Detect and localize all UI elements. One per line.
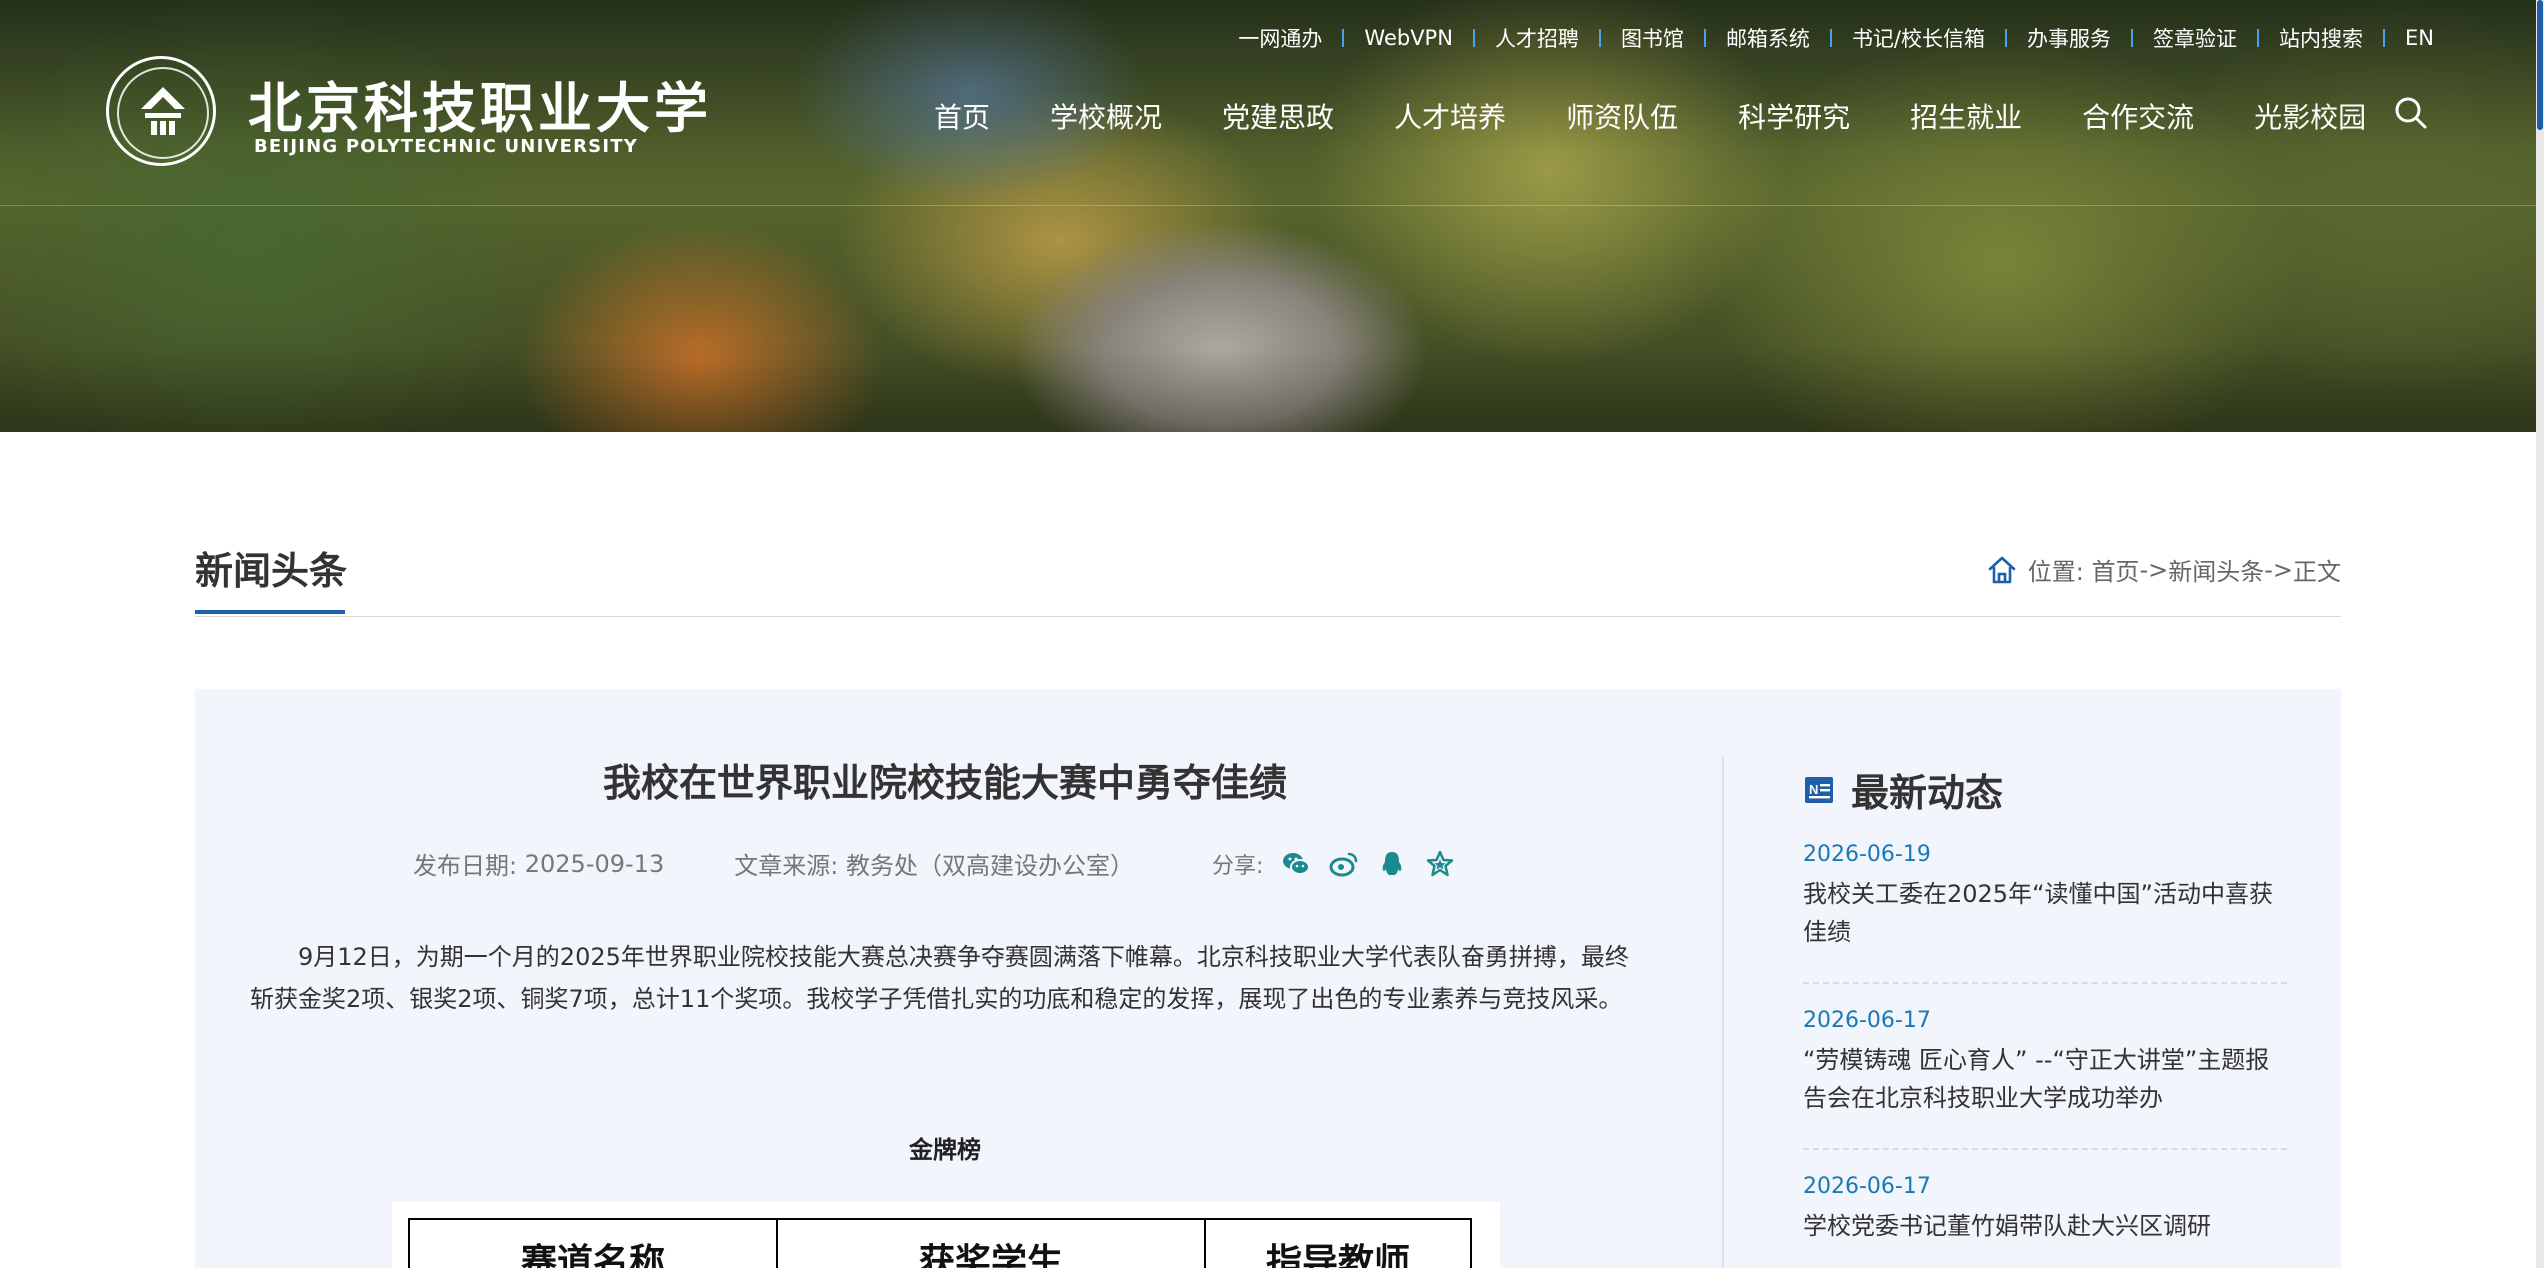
top-link-services[interactable]: 办事服务 xyxy=(2027,23,2111,53)
news-item[interactable]: 2026-06-19 我校关工委在2025年“读懂中国”活动中喜获佳绩 xyxy=(1803,842,2287,951)
newspaper-icon: N xyxy=(1805,776,1833,803)
news-date: 2026-06-17 xyxy=(1803,1174,1931,1199)
news-separator xyxy=(1803,982,2287,984)
breadcrumb-label: 位置: xyxy=(2027,558,2084,586)
logo-english-name: BEIJING POLYTECHNIC UNIVERSITY xyxy=(254,136,638,157)
date-label: 发布日期: xyxy=(413,852,518,880)
nav-admissions[interactable]: 招生就业 xyxy=(1910,96,2022,136)
top-link-recruitment[interactable]: 人才招聘 xyxy=(1495,23,1579,53)
article-meta: 发布日期: 2025-09-13 文章来源: 教务处（双高建设办公室） 分享: xyxy=(413,846,1473,881)
link-separator xyxy=(2131,29,2134,47)
news-date: 2026-06-17 xyxy=(1803,1008,1931,1033)
link-separator xyxy=(2005,29,2008,47)
top-link-mail[interactable]: 邮箱系统 xyxy=(1726,23,1810,53)
section-title-underline xyxy=(195,610,345,614)
top-link-seal-verify[interactable]: 签章验证 xyxy=(2153,23,2237,53)
top-link-mailbox[interactable]: 书记/校长信箱 xyxy=(1852,23,1985,53)
table-header-teachers: 指导教师 xyxy=(1204,1218,1472,1268)
breadcrumb-separator: -> xyxy=(2264,555,2293,584)
university-logo[interactable]: 北京科技职业大学 BEIJING POLYTECHNIC UNIVERSITY xyxy=(106,56,708,166)
main-navigation: 首页 学校概况 党建思政 人才培养 师资队伍 科学研究 招生就业 合作交流 光影… xyxy=(934,96,2426,136)
nav-party[interactable]: 党建思政 xyxy=(1222,96,1334,136)
publish-date: 2025-09-13 xyxy=(524,849,665,878)
scrollbar-thumb[interactable] xyxy=(2537,0,2543,130)
qq-icon[interactable] xyxy=(1377,849,1407,879)
breadcrumb: 位置: 首页 -> 新闻头条 -> 正文 xyxy=(1986,552,2341,587)
source-label: 文章来源: xyxy=(734,852,839,880)
scrollbar-track[interactable] xyxy=(2536,0,2544,1268)
breadcrumb-news[interactable]: 新闻头条 xyxy=(2168,552,2264,587)
news-title[interactable]: “劳模铸魂 匠心育人” --“守正大讲堂”主题报告会在北京科技职业大学成功举办 xyxy=(1803,1041,2287,1117)
home-icon xyxy=(1988,556,2016,583)
nav-faculty[interactable]: 师资队伍 xyxy=(1566,96,1678,136)
news-separator xyxy=(1803,1148,2287,1150)
nav-about[interactable]: 学校概况 xyxy=(1050,96,1162,136)
article-body: 9月12日，为期一个月的2025年世界职业院校技能大赛总决赛争夺赛圆满落下帷幕。… xyxy=(250,943,1629,1013)
article-title: 我校在世界职业院校技能大赛中勇夺佳绩 xyxy=(602,761,1287,805)
weibo-icon[interactable] xyxy=(1329,849,1359,879)
news-title[interactable]: 我校关工委在2025年“读懂中国”活动中喜获佳绩 xyxy=(1803,875,2287,951)
link-separator xyxy=(1829,29,1832,47)
table-header-track: 赛道名称 xyxy=(408,1218,778,1268)
share-icons xyxy=(1281,849,1473,879)
logo-chinese-name: 北京科技职业大学 xyxy=(248,76,712,140)
utility-links: 一网通办 WebVPN 人才招聘 图书馆 邮箱系统 书记/校长信箱 办事服务 签… xyxy=(1238,23,2434,53)
nav-cooperation[interactable]: 合作交流 xyxy=(2082,96,2194,136)
top-link-one-stop[interactable]: 一网通办 xyxy=(1238,23,1322,53)
news-date: 2026-06-19 xyxy=(1803,842,1931,867)
column-divider xyxy=(1722,756,1724,1268)
breadcrumb-current: 正文 xyxy=(2293,558,2341,586)
news-item[interactable]: 2026-06-17 学校党委书记董竹娟带队赴大兴区调研 xyxy=(1803,1174,2287,1245)
award-table: 赛道名称 获奖学生 指导教师 xyxy=(408,1218,1472,1268)
top-link-library[interactable]: 图书馆 xyxy=(1621,23,1684,53)
table-caption: 金牌榜 xyxy=(909,1136,981,1164)
nav-research[interactable]: 科学研究 xyxy=(1738,96,1850,136)
favorite-star-icon[interactable] xyxy=(1425,849,1455,879)
nav-home[interactable]: 首页 xyxy=(934,96,990,136)
article-source: 教务处（双高建设办公室） xyxy=(845,852,1134,880)
banner-divider xyxy=(0,205,2536,206)
link-separator xyxy=(2383,29,2386,47)
link-separator xyxy=(1598,29,1601,47)
link-separator xyxy=(1703,29,1706,47)
table-header-students: 获奖学生 xyxy=(776,1218,1206,1268)
section-divider xyxy=(195,616,2341,617)
news-title[interactable]: 学校党委书记董竹娟带队赴大兴区调研 xyxy=(1803,1207,2287,1245)
top-link-english[interactable]: EN xyxy=(2405,26,2434,50)
seal-emblem-icon xyxy=(106,56,216,166)
top-link-site-search[interactable]: 站内搜索 xyxy=(2279,23,2363,53)
svg-text:N: N xyxy=(1809,782,1818,797)
link-separator xyxy=(1342,29,1345,47)
breadcrumb-home[interactable]: 首页 xyxy=(2091,552,2139,587)
section-title: 新闻头条 xyxy=(195,549,348,593)
wechat-icon[interactable] xyxy=(1281,849,1311,879)
share-label: 分享: xyxy=(1211,853,1264,879)
sidebar-header: N 最新动态 xyxy=(1803,762,2003,817)
award-table-image: 赛道名称 获奖学生 指导教师 xyxy=(392,1202,1500,1268)
nav-education[interactable]: 人才培养 xyxy=(1394,96,1506,136)
link-separator xyxy=(2257,29,2260,47)
link-separator xyxy=(1472,29,1475,47)
nav-gallery[interactable]: 光影校园 xyxy=(2254,96,2366,136)
search-icon[interactable] xyxy=(2394,96,2428,130)
top-link-webvpn[interactable]: WebVPN xyxy=(1364,26,1453,50)
sidebar-title: 最新动态 xyxy=(1851,771,2004,815)
news-item[interactable]: 2026-06-17 “劳模铸魂 匠心育人” --“守正大讲堂”主题报告会在北京… xyxy=(1803,1008,2287,1117)
breadcrumb-separator: -> xyxy=(2139,555,2169,584)
